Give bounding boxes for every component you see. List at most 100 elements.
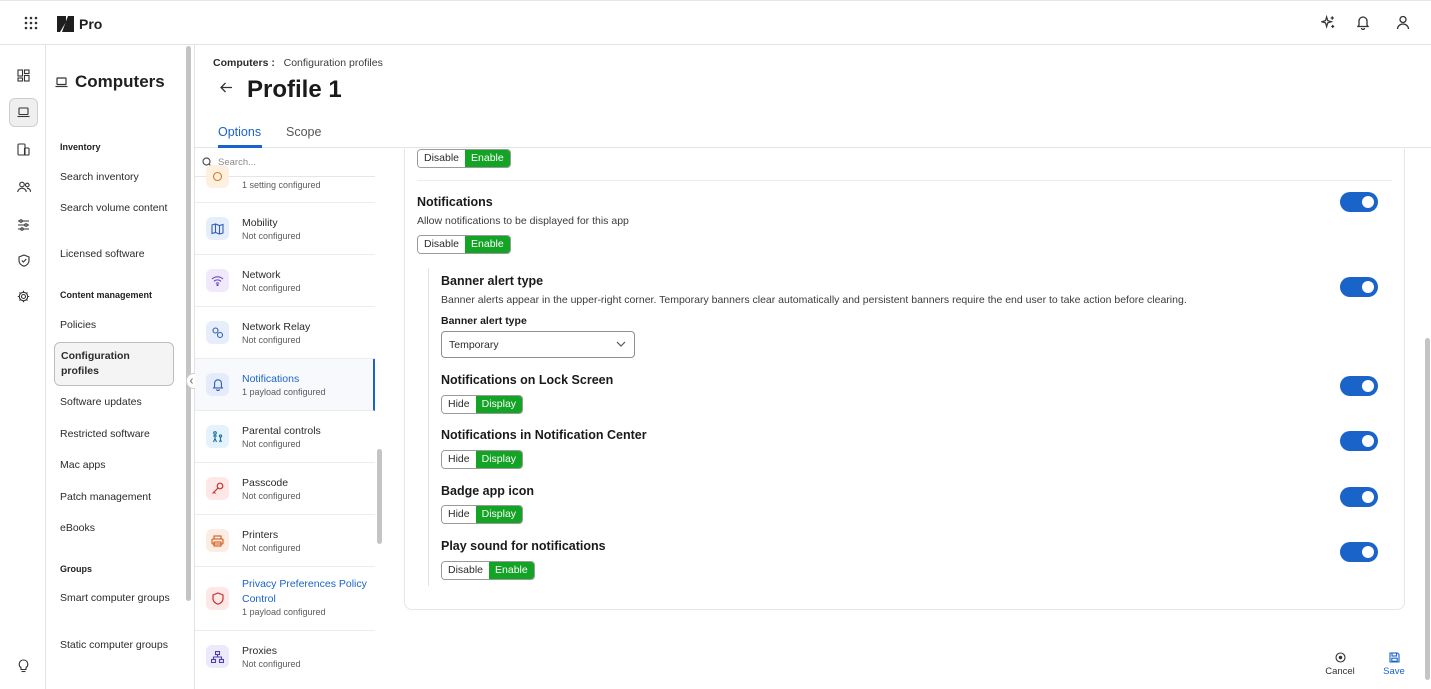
badge-include-switch[interactable]	[1340, 487, 1378, 507]
payload-status: Not configured	[242, 283, 301, 293]
seg-enable[interactable]: Enable	[489, 562, 534, 579]
nested-settings-line	[428, 268, 429, 586]
banner-field-label: Banner alert type	[441, 315, 527, 327]
tab-scope[interactable]: Scope	[286, 125, 321, 139]
rail-security-shield-icon[interactable]	[9, 246, 38, 275]
tab-options[interactable]: Options	[218, 125, 261, 139]
breadcrumb-root[interactable]: Computers :	[213, 57, 275, 69]
divider	[417, 180, 1392, 181]
seg-hide[interactable]: Hide	[442, 451, 476, 468]
nav-scrollbar[interactable]	[186, 46, 191, 601]
seg-hide[interactable]: Hide	[442, 396, 476, 413]
payload-item-proxies[interactable]: Proxies Not configured	[195, 631, 375, 679]
badge-hide-display-toggle[interactable]: Hide Display	[441, 505, 524, 524]
tab-bar: Options Scope	[195, 117, 1431, 148]
seg-disable[interactable]: Disable	[418, 150, 466, 167]
hierarchy-icon	[206, 645, 229, 668]
payload-status: Not configured	[242, 659, 301, 669]
parent-child-icon	[206, 425, 229, 448]
seg-display[interactable]: Display	[475, 396, 523, 413]
payload-name: Mobility	[242, 217, 278, 229]
lock-screen-include-switch[interactable]	[1340, 376, 1378, 396]
sound-include-switch[interactable]	[1340, 542, 1378, 562]
rail-lightbulb-icon[interactable]	[9, 651, 38, 680]
seg-enable[interactable]: Enable	[465, 236, 510, 253]
nav-item-mac-apps[interactable]: Mac apps	[60, 458, 172, 473]
rail-settings-sliders-icon[interactable]	[9, 210, 38, 239]
payload-status: Not configured	[242, 335, 301, 345]
top-disable-enable-toggle[interactable]: Disable Enable	[417, 149, 511, 168]
seg-enable[interactable]: Enable	[465, 150, 510, 167]
seg-display[interactable]: Display	[475, 451, 523, 468]
breadcrumb-current[interactable]: Configuration profiles	[284, 57, 383, 69]
banner-alert-type-select[interactable]: Temporary	[441, 331, 635, 358]
seg-disable[interactable]: Disable	[442, 562, 490, 579]
notification-center-include-switch[interactable]	[1340, 431, 1378, 451]
seg-display[interactable]: Display	[475, 506, 523, 523]
payload-item-network-relay[interactable]: Network Relay Not configured	[195, 307, 375, 359]
nav-section-groups: Groups	[60, 564, 93, 574]
payload-item-notifications[interactable]: Notifications 1 payload configured	[195, 359, 375, 411]
breadcrumb: Computers : Configuration profiles	[213, 57, 383, 69]
payload-item-network[interactable]: Network Not configured	[195, 255, 375, 307]
nav-section-content-management: Content management	[60, 290, 153, 300]
badge-title: Badge app icon	[441, 484, 535, 498]
back-arrow-icon[interactable]	[220, 82, 233, 93]
payload-item-printers[interactable]: Printers Not configured	[195, 515, 375, 567]
payload-item-partial[interactable]: 1 setting configured	[195, 165, 375, 203]
notification-center-hide-display-toggle[interactable]: Hide Display	[441, 450, 524, 469]
payload-item-passcode[interactable]: Passcode Not configured	[195, 463, 375, 515]
banner-title: Banner alert type	[441, 274, 544, 288]
payload-generic-icon	[206, 165, 229, 188]
user-account-icon[interactable]	[1396, 15, 1410, 30]
nav-item-restricted-software[interactable]: Restricted software	[60, 427, 172, 442]
computers-nav: Computers Inventory Search inventory Sea…	[46, 45, 184, 689]
payload-status: Not configured	[242, 439, 301, 449]
chevron-down-icon	[616, 341, 626, 347]
rail-users-icon[interactable]	[9, 172, 38, 201]
seg-hide[interactable]: Hide	[442, 506, 476, 523]
nav-item-licensed-software[interactable]: Licensed software	[60, 247, 172, 262]
brand-name: Pro	[79, 16, 103, 32]
payload-list-scrollbar[interactable]	[377, 449, 382, 544]
page-title: Profile 1	[247, 76, 342, 103]
payload-item-pppc[interactable]: Privacy Preferences Policy Control 1 pay…	[195, 567, 375, 631]
save-button[interactable]: Save	[1374, 652, 1414, 677]
payload-item-mobility[interactable]: Mobility Not configured	[195, 203, 375, 255]
map-icon	[206, 217, 229, 240]
rail-computers-icon[interactable]	[9, 98, 38, 127]
nav-item-search-volume-content[interactable]: Search volume content	[60, 201, 172, 216]
content-scrollbar[interactable]	[1425, 338, 1430, 680]
rail-gear-icon[interactable]	[9, 282, 38, 311]
nav-item-ebooks[interactable]: eBooks	[60, 521, 172, 536]
notifications-include-switch[interactable]	[1340, 192, 1378, 212]
sound-title: Play sound for notifications	[441, 539, 606, 553]
notifications-title: Notifications	[417, 195, 493, 209]
payload-name: Privacy Preferences Policy Control	[242, 578, 367, 605]
payload-status: Not configured	[242, 491, 301, 501]
nav-item-search-inventory[interactable]: Search inventory	[60, 170, 172, 185]
seg-disable[interactable]: Disable	[418, 236, 466, 253]
nav-item-policies[interactable]: Policies	[60, 318, 172, 333]
notifications-disable-enable-toggle[interactable]: Disable Enable	[417, 235, 511, 254]
payload-item-parental-controls[interactable]: Parental controls Not configured	[195, 411, 375, 463]
app-grid-icon[interactable]	[24, 16, 38, 30]
cancel-button[interactable]: Cancel	[1320, 652, 1360, 677]
rail-dashboard-icon[interactable]	[9, 61, 38, 90]
nav-item-static-computer-groups[interactable]: Static computer groups	[60, 638, 172, 653]
rail-devices-icon[interactable]	[9, 135, 38, 164]
bell-icon[interactable]	[1356, 15, 1370, 30]
lock-screen-hide-display-toggle[interactable]: Hide Display	[441, 395, 524, 414]
sound-disable-enable-toggle[interactable]: Disable Enable	[441, 561, 535, 580]
payload-status: Not configured	[242, 543, 301, 553]
nav-item-configuration-profiles[interactable]: Configuration profiles	[54, 342, 174, 386]
banner-include-switch[interactable]	[1340, 277, 1378, 297]
payload-status: Not configured	[242, 231, 301, 241]
nav-item-patch-management[interactable]: Patch management	[60, 490, 172, 505]
ai-sparkle-icon[interactable]	[1321, 15, 1336, 30]
nav-item-software-updates[interactable]: Software updates	[60, 395, 172, 410]
save-label: Save	[1383, 666, 1405, 677]
network-relay-gear-icon	[206, 321, 229, 344]
nav-title: Computers	[55, 72, 165, 92]
nav-item-smart-computer-groups[interactable]: Smart computer groups	[60, 591, 172, 606]
